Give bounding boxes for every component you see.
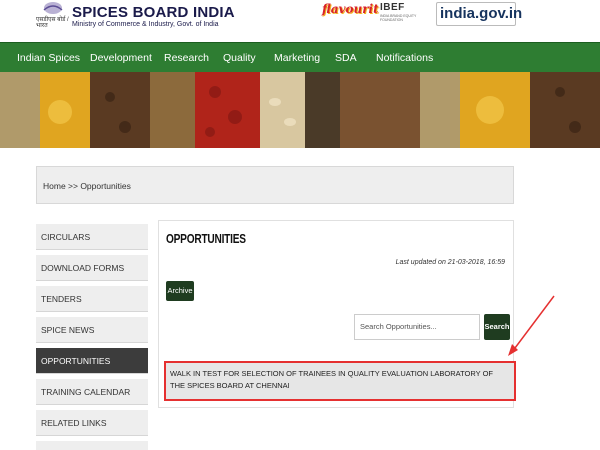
- archive-button[interactable]: Archive: [166, 281, 194, 301]
- main-nav: Indian Spices Development Research Quali…: [0, 42, 600, 72]
- sidebar-item-opportunities[interactable]: OPPORTUNITIES: [36, 348, 148, 374]
- ibef-logo-subtext: INDIA BRAND EQUITY FOUNDATION: [380, 14, 417, 22]
- emblem-caption: एसडीएस बोर्ड / भारत: [36, 17, 69, 29]
- sidebar: CIRCULARS DOWNLOAD FORMS TENDERS SPICE N…: [36, 224, 148, 450]
- opportunity-listing-text: WALK IN TEST FOR SELECTION OF TRAINEES I…: [170, 369, 493, 390]
- site-subtitle: Ministry of Commerce & Industry, Govt. o…: [72, 21, 219, 28]
- last-updated-text: Last updated on 21-03-2018, 16:59: [395, 259, 505, 266]
- sidebar-item-partial: [36, 441, 148, 450]
- sidebar-item-circulars[interactable]: CIRCULARS: [36, 224, 148, 250]
- nav-item-research[interactable]: Research: [164, 43, 209, 73]
- sidebar-item-spice-news[interactable]: SPICE NEWS: [36, 317, 148, 343]
- nav-item-development[interactable]: Development: [90, 43, 152, 73]
- sidebar-item-training-calendar[interactable]: TRAINING CALENDAR: [36, 379, 148, 405]
- nav-item-marketing[interactable]: Marketing: [274, 43, 320, 73]
- spices-banner-image: [0, 72, 600, 148]
- sidebar-item-tenders[interactable]: TENDERS: [36, 286, 148, 312]
- indiagov-logo[interactable]: india.gov.in: [436, 2, 522, 26]
- search-input[interactable]: Search Opportunities...: [354, 314, 480, 340]
- site-header: एसडीएस बोर्ड / भारत SPICES BOARD INDIA M…: [0, 0, 600, 42]
- breadcrumb[interactable]: Home >> Opportunities: [36, 166, 514, 204]
- ibef-logo-text: IBEF: [380, 2, 405, 13]
- sidebar-item-download-forms[interactable]: DOWNLOAD FORMS: [36, 255, 148, 281]
- sidebar-item-related-links[interactable]: RELATED LINKS: [36, 410, 148, 436]
- page-title: OPPORTUNITIES: [166, 231, 246, 246]
- annotation-arrow-icon: [508, 295, 555, 356]
- ibef-logo[interactable]: IBEF INDIA BRAND EQUITY FOUNDATION: [380, 2, 424, 26]
- site-title[interactable]: SPICES BOARD INDIA: [72, 4, 235, 21]
- nav-item-quality[interactable]: Quality: [223, 43, 256, 73]
- opportunity-listing-item[interactable]: WALK IN TEST FOR SELECTION OF TRAINEES I…: [164, 361, 516, 401]
- flavourit-logo[interactable]: flavourit: [322, 2, 379, 24]
- nav-item-sda[interactable]: SDA: [335, 43, 357, 73]
- nav-item-notifications[interactable]: Notifications: [376, 43, 433, 73]
- nav-item-indian-spices[interactable]: Indian Spices: [17, 43, 80, 73]
- main-content: OPPORTUNITIES Last updated on 21-03-2018…: [158, 220, 516, 408]
